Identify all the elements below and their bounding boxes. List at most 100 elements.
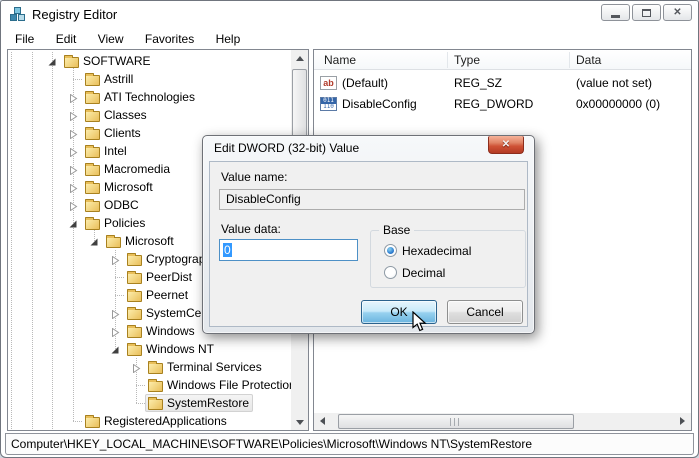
expander-collapsed-icon[interactable] xyxy=(69,128,78,137)
column-header-name[interactable]: Name xyxy=(324,53,356,67)
expander-collapsed-icon[interactable] xyxy=(69,146,78,155)
dialog-body: Value name: DisableConfig Value data: 0 … xyxy=(209,161,528,327)
tree-item-chip[interactable]: PeerDist xyxy=(124,268,196,286)
tree-item-chip[interactable]: Peernet xyxy=(124,286,192,304)
tree-item-chip[interactable]: Policies xyxy=(82,214,149,232)
column-separator[interactable] xyxy=(569,52,570,68)
expander-collapsed-icon[interactable] xyxy=(69,182,78,191)
expander-collapsed-icon[interactable] xyxy=(69,110,78,119)
menu-file[interactable]: File xyxy=(6,29,43,49)
tree-item[interactable]: SystemRestore xyxy=(8,394,291,412)
menu-edit[interactable]: Edit xyxy=(47,29,86,49)
folder-icon xyxy=(127,309,142,320)
decimal-radio-label[interactable]: Decimal xyxy=(402,266,445,280)
close-icon: ✕ xyxy=(502,140,510,150)
hexadecimal-radio-label[interactable]: Hexadecimal xyxy=(402,244,471,258)
tree-item-chip[interactable]: Astrill xyxy=(82,70,137,88)
expander-collapsed-icon[interactable] xyxy=(69,92,78,101)
value-type: REG_DWORD xyxy=(454,97,533,111)
menu-favorites[interactable]: Favorites xyxy=(136,29,203,49)
tree-item[interactable]: RegisteredApplications xyxy=(8,412,291,430)
tree-item-chip[interactable]: Clients xyxy=(82,124,145,142)
expander-expanded-icon[interactable] xyxy=(111,344,120,353)
expander-collapsed-icon[interactable] xyxy=(111,326,120,335)
folder-icon xyxy=(106,237,121,248)
scroll-up-button[interactable] xyxy=(291,50,308,66)
expander-collapsed-icon[interactable] xyxy=(111,254,120,263)
tree-item-chip[interactable]: Classes xyxy=(82,106,151,124)
close-button[interactable]: ✕ xyxy=(663,4,692,21)
dword-value-icon: 011110 xyxy=(320,97,337,111)
hexadecimal-radio[interactable] xyxy=(384,244,397,257)
tree-item-chip[interactable]: Terminal Services xyxy=(145,358,266,376)
scroll-right-button[interactable] xyxy=(674,413,691,429)
tree-item-label: Cryptograp xyxy=(146,252,205,266)
folder-icon xyxy=(127,273,142,284)
scrollbar-thumb[interactable] xyxy=(338,414,574,429)
menu-bar: File Edit View Favorites Help xyxy=(1,29,698,49)
tree-item-chip[interactable]: Macromedia xyxy=(82,160,174,178)
tree-item-label: RegisteredApplications xyxy=(104,414,227,428)
folder-icon xyxy=(148,399,163,410)
value-name-field[interactable]: DisableConfig xyxy=(219,189,525,210)
tree-item-chip[interactable]: Windows File Protection xyxy=(145,376,291,394)
tree-item-chip[interactable]: SystemCer xyxy=(124,304,209,322)
tree-item[interactable]: Windows NT xyxy=(8,340,291,358)
expander-expanded-icon[interactable] xyxy=(90,236,99,245)
value-data-input[interactable]: 0 xyxy=(219,239,358,261)
minimize-icon xyxy=(611,15,620,18)
expander-collapsed-icon[interactable] xyxy=(111,308,120,317)
tree-item[interactable]: Terminal Services xyxy=(8,358,291,376)
expander-collapsed-icon[interactable] xyxy=(69,164,78,173)
dialog-close-button[interactable]: ✕ xyxy=(488,136,524,154)
tree-item[interactable]: Classes xyxy=(8,106,291,124)
expander-expanded-icon[interactable] xyxy=(69,218,78,227)
expander-collapsed-icon[interactable] xyxy=(132,362,141,371)
tree-item[interactable]: ATI Technologies xyxy=(8,88,291,106)
scroll-down-button[interactable] xyxy=(291,414,308,430)
tree-item-selected[interactable]: SystemRestore xyxy=(145,394,253,412)
tree-item-chip[interactable]: Windows NT xyxy=(124,340,218,358)
base-groupbox: Base Hexadecimal Decimal xyxy=(370,230,526,288)
tree-item[interactable]: Windows File Protection xyxy=(8,376,291,394)
base-label: Base xyxy=(379,223,414,237)
folder-icon xyxy=(85,93,100,104)
tree-item-label: PeerDist xyxy=(146,270,192,284)
arrow-down-icon xyxy=(296,420,304,425)
tree-item-chip[interactable]: Cryptograp xyxy=(124,250,209,268)
minimize-button[interactable] xyxy=(601,4,630,21)
expander-expanded-icon[interactable] xyxy=(48,56,57,65)
value-row[interactable]: ab(Default)REG_SZ(value not set) xyxy=(314,73,691,93)
tree-item[interactable]: SOFTWARE xyxy=(8,52,291,70)
menu-help[interactable]: Help xyxy=(207,29,250,49)
folder-icon xyxy=(127,291,142,302)
tree-item-label: Terminal Services xyxy=(167,360,262,374)
value-name-label: Value name: xyxy=(221,170,288,184)
tree-item-chip[interactable]: ATI Technologies xyxy=(82,88,199,106)
column-header-data[interactable]: Data xyxy=(576,53,601,67)
value-row[interactable]: 011110DisableConfigREG_DWORD0x00000000 (… xyxy=(314,94,691,114)
registry-editor-window: Registry Editor ✕ File Edit View Favorit… xyxy=(0,0,699,458)
list-horizontal-scrollbar[interactable] xyxy=(314,413,691,430)
tree-item-chip[interactable]: Microsoft xyxy=(82,178,157,196)
tree-item-label: Astrill xyxy=(104,72,133,86)
tree-item-chip[interactable]: RegisteredApplications xyxy=(82,412,231,430)
scroll-left-button[interactable] xyxy=(314,413,331,429)
menu-view[interactable]: View xyxy=(89,29,133,49)
tree-item-chip[interactable]: SOFTWARE xyxy=(61,52,155,70)
ok-button[interactable]: OK xyxy=(361,300,437,324)
selected-text: 0 xyxy=(223,243,232,257)
tree-item-chip[interactable]: Windows xyxy=(124,322,199,340)
cancel-button[interactable]: Cancel xyxy=(447,300,523,324)
expander-collapsed-icon[interactable] xyxy=(69,200,78,209)
value-data: 0x00000000 (0) xyxy=(576,97,660,111)
maximize-button[interactable] xyxy=(632,4,661,21)
folder-icon xyxy=(85,219,100,230)
tree-item[interactable]: Astrill xyxy=(8,70,291,88)
tree-item-chip[interactable]: Microsoft xyxy=(103,232,178,250)
tree-item-chip[interactable]: Intel xyxy=(82,142,131,160)
decimal-radio[interactable] xyxy=(384,266,397,279)
column-header-type[interactable]: Type xyxy=(454,53,480,67)
column-separator[interactable] xyxy=(447,52,448,68)
tree-item-chip[interactable]: ODBC xyxy=(82,196,143,214)
